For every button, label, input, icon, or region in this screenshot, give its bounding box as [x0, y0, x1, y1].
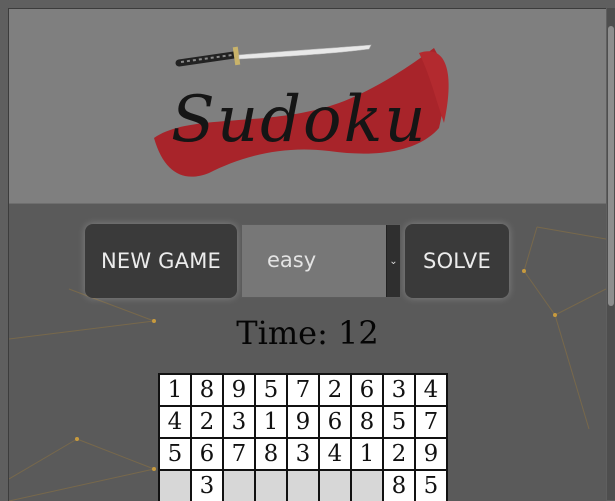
sudoku-cell[interactable]: 8 [351, 406, 383, 438]
sudoku-cell[interactable]: 5 [255, 374, 287, 406]
sudoku-cell[interactable]: 5 [159, 438, 191, 470]
sudoku-cell[interactable]: 3 [383, 374, 415, 406]
sudoku-cell[interactable]: 2 [191, 406, 223, 438]
difficulty-value: easy [267, 248, 317, 272]
sudoku-cell[interactable]: 9 [415, 438, 447, 470]
sudoku-cell-empty[interactable] [159, 470, 191, 501]
sudoku-cell[interactable]: 8 [191, 374, 223, 406]
solve-label: SOLVE [423, 249, 491, 273]
sudoku-cell[interactable]: 3 [191, 470, 223, 501]
sudoku-cell[interactable]: 6 [191, 438, 223, 470]
sudoku-logo: Sudoku [154, 44, 449, 177]
sudoku-cell[interactable]: 8 [383, 470, 415, 501]
header-banner: Sudoku [9, 9, 606, 204]
app-frame: Sudoku NEW GAME easy ⌄ SOLVE Time: 12 18… [8, 8, 606, 501]
sudoku-cell-empty[interactable] [287, 470, 319, 501]
solve-button[interactable]: SOLVE [405, 224, 509, 298]
sudoku-cell[interactable]: 1 [351, 438, 383, 470]
sudoku-cell[interactable]: 3 [287, 438, 319, 470]
new-game-button[interactable]: NEW GAME [85, 224, 237, 298]
svg-text:Sudoku: Sudoku [171, 83, 428, 157]
sudoku-cell[interactable]: 1 [159, 374, 191, 406]
sudoku-cell[interactable]: 7 [287, 374, 319, 406]
sudoku-cell[interactable]: 9 [223, 374, 255, 406]
sudoku-cell[interactable]: 7 [415, 406, 447, 438]
sudoku-board: 189572634423196857567834129385 [158, 373, 448, 501]
sudoku-cell[interactable]: 8 [255, 438, 287, 470]
sudoku-cell[interactable]: 7 [223, 438, 255, 470]
vertical-scrollbar[interactable] [607, 8, 615, 500]
sudoku-cell[interactable]: 6 [319, 406, 351, 438]
sudoku-cell[interactable]: 9 [287, 406, 319, 438]
sudoku-cell[interactable]: 4 [159, 406, 191, 438]
sudoku-cell[interactable]: 2 [319, 374, 351, 406]
sudoku-cell[interactable]: 5 [415, 470, 447, 501]
new-game-label: NEW GAME [100, 249, 222, 273]
sudoku-cell[interactable]: 5 [383, 406, 415, 438]
sudoku-cell[interactable]: 4 [415, 374, 447, 406]
sudoku-cell-empty[interactable] [255, 470, 287, 501]
sudoku-cell[interactable]: 3 [223, 406, 255, 438]
game-controls: NEW GAME easy ⌄ SOLVE [85, 224, 521, 298]
sudoku-cell[interactable]: 6 [351, 374, 383, 406]
sudoku-cell-empty[interactable] [351, 470, 383, 501]
sudoku-cell[interactable]: 2 [383, 438, 415, 470]
scrollbar-thumb[interactable] [608, 26, 614, 306]
sudoku-cell[interactable]: 4 [319, 438, 351, 470]
difficulty-select[interactable]: easy ⌄ [241, 224, 401, 298]
sudoku-cell[interactable]: 1 [255, 406, 287, 438]
sudoku-cell-empty[interactable] [223, 470, 255, 501]
sudoku-cell-empty[interactable] [319, 470, 351, 501]
timer-display: Time: 12 [236, 314, 379, 352]
chevron-down-icon[interactable]: ⌄ [386, 225, 400, 297]
